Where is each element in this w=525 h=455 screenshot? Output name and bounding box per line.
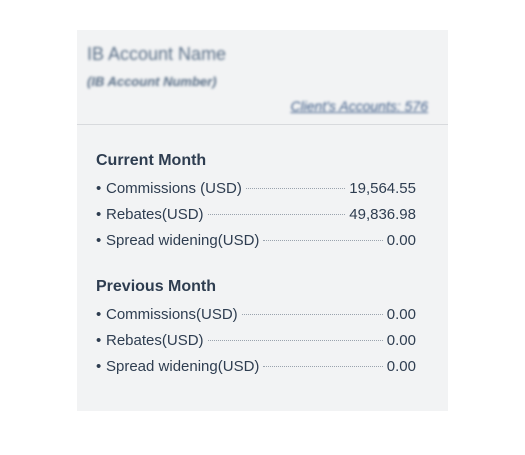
current-spread-row: • Spread widening(USD) 0.00 [96,228,416,254]
current-month-title: Current Month [96,152,207,169]
current-rebates-row: • Rebates(USD) 49,836.98 [96,202,416,228]
account-number: (IB Account Number) [87,74,217,89]
bullet: • [96,180,102,197]
clients-accounts-link[interactable]: Client's Accounts: 576 [290,98,428,114]
account-header: IB Account Name (IB Account Number) Clie… [77,30,448,125]
current-rebates-value: 49,836.98 [349,206,416,223]
current-commissions-label: Commissions (USD) [106,180,242,197]
previous-rebates-value: 0.00 [386,332,416,349]
dotted-leader [245,187,346,189]
account-name: IB Account Name [87,44,227,64]
dotted-leader [207,339,383,341]
bullet: • [96,306,102,323]
previous-rebates-row: • Rebates(USD) 0.00 [96,328,416,354]
previous-spread-value: 0.00 [386,358,416,375]
dotted-leader [241,313,383,315]
bullet: • [96,206,102,223]
previous-month-section: Previous Month • Commissions(USD) 0.00 •… [96,274,416,380]
previous-rebates-label: Rebates(USD) [106,332,204,349]
current-spread-value: 0.00 [386,232,416,249]
previous-month-title: Previous Month [96,278,217,295]
previous-commissions-value: 0.00 [386,306,416,323]
bullet: • [96,358,102,375]
current-rebates-label: Rebates(USD) [106,206,204,223]
dotted-leader [263,239,383,241]
current-spread-label: Spread widening(USD) [106,232,260,249]
bullet: • [96,332,102,349]
dotted-leader [263,365,383,367]
previous-spread-row: • Spread widening(USD) 0.00 [96,354,416,380]
current-commissions-value: 19,564.55 [349,180,416,197]
ib-summary-card: IB Account Name (IB Account Number) Clie… [77,30,448,411]
previous-commissions-row: • Commissions(USD) 0.00 [96,302,416,328]
current-commissions-row: • Commissions (USD) 19,564.55 [96,176,416,202]
previous-spread-label: Spread widening(USD) [106,358,260,375]
dotted-leader [207,213,346,215]
previous-commissions-label: Commissions(USD) [106,306,238,323]
current-month-section: Current Month • Commissions (USD) 19,564… [96,148,416,254]
bullet: • [96,232,102,249]
